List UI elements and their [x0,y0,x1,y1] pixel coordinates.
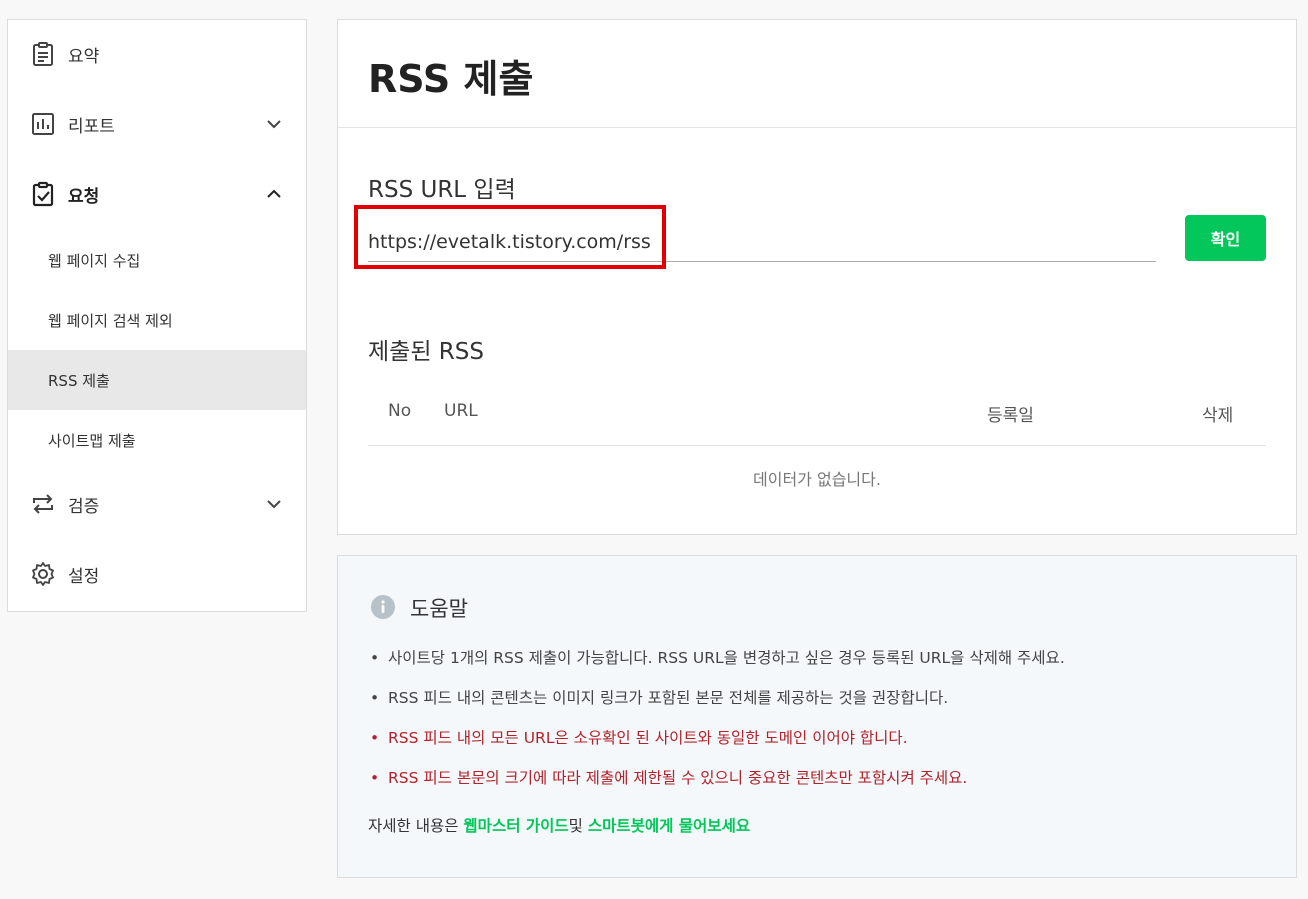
sidebar-item-label: 리포트 [68,116,115,137]
rss-url-input[interactable] [368,218,1156,262]
sidebar-item-request[interactable]: 요청 [8,164,306,224]
confirm-button[interactable]: 확인 [1185,215,1266,261]
page-title: RSS 제출 [368,57,534,101]
help-item-warning: RSS 피드 본문의 크기에 따라 제출에 제한될 수 있으니 중요한 콘텐츠만… [370,764,1065,804]
sidebar-subitem-label: 사이트맵 제출 [48,431,136,450]
help-title: 도움말 [410,597,468,621]
webmaster-guide-link[interactable]: 웹마스터 가이드 [463,817,568,835]
panel-header: RSS 제출 [338,20,1296,128]
submitted-rss-table: No URL 등록일 삭제 데이터가 없습니다. [368,382,1266,516]
help-item-warning: RSS 피드 내의 모든 URL은 소유확인 된 사이트와 동일한 도메인 이어… [370,724,1065,764]
sidebar-subitem-exclude-search[interactable]: 웹 페이지 검색 제외 [8,290,306,350]
sidebar-item-label: 요청 [68,186,100,207]
help-item: RSS 피드 내의 콘텐츠는 이미지 링크가 포함된 본문 전체를 제공하는 것… [370,684,1065,724]
sidebar-subitem-sitemap-submit[interactable]: 사이트맵 제출 [8,410,306,470]
chevron-up-icon [267,189,281,198]
table-header: No URL 등록일 삭제 [368,382,1266,446]
sidebar-item-label: 설정 [68,566,100,587]
clipboard-check-icon [32,181,54,207]
sidebar-subitem-label: RSS 제출 [48,371,110,390]
bar-chart-icon [32,113,54,135]
column-header-delete: 삭제 [1202,406,1234,426]
url-section-label: RSS URL 입력 [368,177,516,203]
sidebar-item-summary[interactable]: 요약 [8,24,306,84]
sidebar: 요약 리포트 요청 웹 페이지 수집 웹 페이지 검색 제외 RSS 제출 사이… [7,19,307,612]
help-list: 사이트당 1개의 RSS 제출이 가능합니다. RSS URL을 변경하고 싶은… [370,644,1065,804]
sidebar-subitem-rss-submit[interactable]: RSS 제출 [8,350,306,410]
help-footer-mid: 및 [568,817,588,835]
clipboard-icon [33,42,53,66]
help-footer-prefix: 자세한 내용은 [368,817,464,835]
help-item: 사이트당 1개의 RSS 제출이 가능합니다. RSS URL을 변경하고 싶은… [370,644,1065,684]
submitted-section-label: 제출된 RSS [368,339,484,365]
sidebar-subitem-label: 웹 페이지 검색 제외 [48,311,173,330]
sidebar-subitem-label: 웹 페이지 수집 [48,251,141,270]
sidebar-item-label: 검증 [68,496,100,517]
chevron-down-icon [267,120,281,129]
column-header-url: URL [444,401,478,421]
sidebar-subitem-web-crawl[interactable]: 웹 페이지 수집 [8,230,306,290]
column-header-date: 등록일 [987,406,1034,426]
help-panel: 도움말 사이트당 1개의 RSS 제출이 가능합니다. RSS URL을 변경하… [337,555,1297,878]
sidebar-item-report[interactable]: 리포트 [8,94,306,154]
column-header-no: No [388,401,412,421]
chevron-down-icon [267,500,281,509]
rss-submit-panel: RSS 제출 RSS URL 입력 확인 제출된 RSS No URL 등록일 … [337,19,1297,535]
sidebar-item-label: 요약 [68,46,100,67]
empty-message: 데이터가 없습니다. [753,470,881,489]
smartbot-link[interactable]: 스마트봇에게 물어보세요 [588,817,750,835]
sidebar-item-settings[interactable]: 설정 [8,544,306,604]
gear-icon [32,562,54,586]
info-icon [371,595,395,619]
help-footer: 자세한 내용은 웹마스터 가이드및 스마트봇에게 물어보세요 [368,814,750,836]
sidebar-item-verify[interactable]: 검증 [8,474,306,534]
repeat-arrows-icon [33,494,53,514]
